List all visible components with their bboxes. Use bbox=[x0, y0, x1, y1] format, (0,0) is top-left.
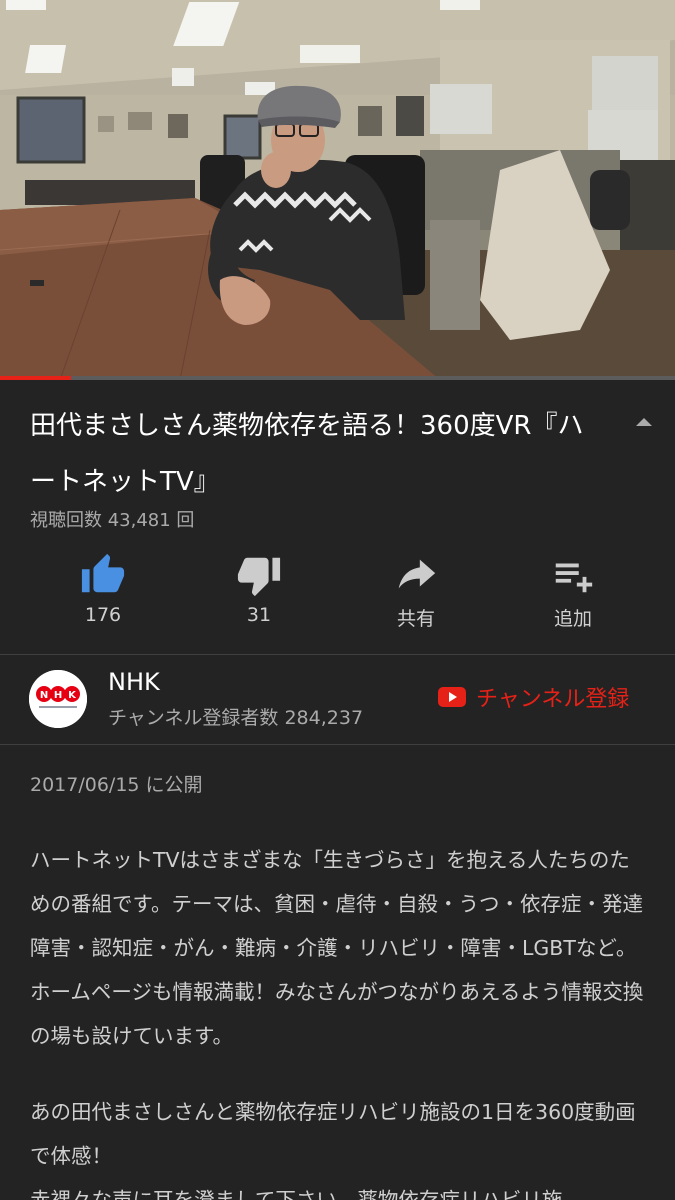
svg-text:N: N bbox=[40, 690, 48, 701]
subscribe-button[interactable]: チャンネル登録 bbox=[438, 680, 629, 714]
description-paragraph: ハートネットTVはさまざまな「生きづらさ」を抱える人たちのための番組です。テーマ… bbox=[30, 848, 644, 1048]
add-to-playlist-icon bbox=[555, 563, 593, 593]
video-frame bbox=[0, 0, 675, 380]
share-label: 共有 bbox=[396, 608, 435, 630]
svg-text:K: K bbox=[68, 690, 77, 701]
caret-up-icon bbox=[636, 418, 652, 426]
thumbs-down-icon bbox=[237, 557, 281, 597]
subscribe-label: チャンネル登録 bbox=[476, 687, 630, 712]
video-title: 田代まさしさん薬物依存を語る！360度VR『ハートネットTV』 bbox=[30, 411, 584, 497]
collapse-description-button[interactable] bbox=[628, 412, 660, 434]
share-icon bbox=[398, 559, 436, 589]
add-label: 追加 bbox=[553, 608, 592, 630]
video-player[interactable] bbox=[0, 0, 675, 380]
add-to-playlist-button[interactable]: 追加 bbox=[508, 550, 638, 640]
action-bar: 176 31 共有 追加 bbox=[24, 550, 651, 640]
description-paragraph: あの田代まさしさんと薬物依存症リハビリ施設の1日を360度動画で体感！ bbox=[30, 1100, 636, 1168]
share-button[interactable]: 共有 bbox=[351, 550, 481, 640]
nhk-logo: N H K bbox=[29, 670, 87, 728]
channel-name[interactable]: NHK bbox=[108, 668, 160, 696]
description-paragraph: 赤裸々な声に耳を澄まして下さい。薬物依存症リハビリ施 bbox=[30, 1188, 563, 1200]
published-date: 2017/06/15 に公開 bbox=[30, 774, 203, 796]
channel-avatar[interactable]: N H K bbox=[29, 670, 87, 728]
dislike-button[interactable]: 31 bbox=[194, 550, 324, 640]
subscriber-count: チャンネル登録者数 284,237 bbox=[108, 707, 364, 729]
thumbs-up-icon bbox=[81, 553, 125, 593]
view-count: 視聴回数 43,481 回 bbox=[30, 510, 195, 531]
divider bbox=[0, 654, 675, 655]
svg-text:H: H bbox=[54, 690, 62, 701]
divider bbox=[0, 744, 675, 745]
youtube-play-icon bbox=[438, 687, 466, 707]
like-count: 176 bbox=[84, 604, 122, 626]
dislike-count: 31 bbox=[246, 604, 272, 626]
like-button[interactable]: 176 bbox=[38, 550, 168, 640]
